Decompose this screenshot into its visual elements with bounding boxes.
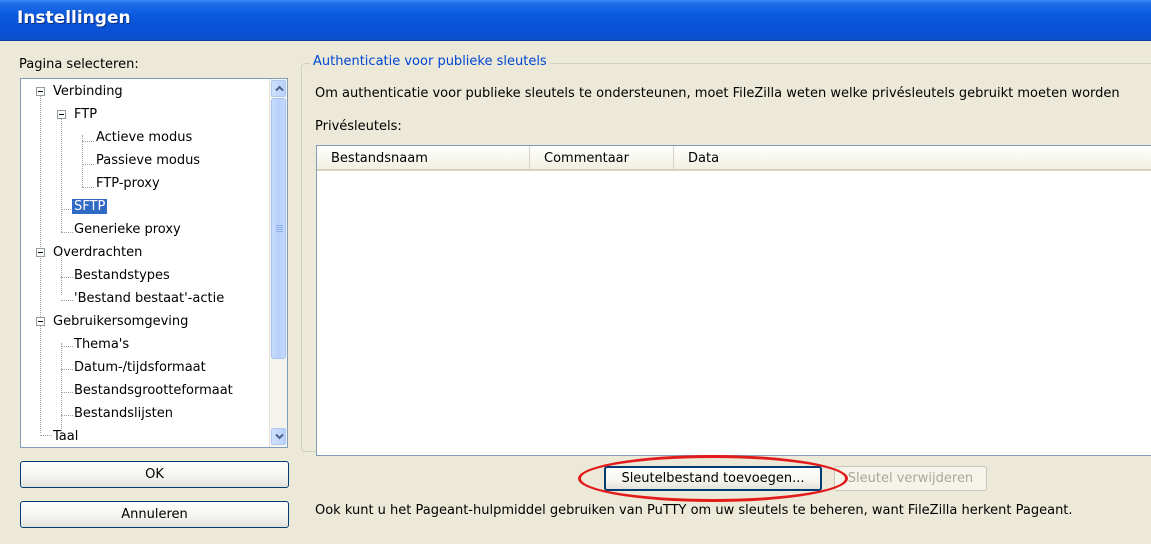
tree-item-ftp[interactable]: FTP [72, 104, 99, 126]
tree-scrollbar[interactable] [269, 79, 287, 447]
title-bar[interactable]: Instellingen [0, 0, 1151, 41]
column-header-filename[interactable]: Bestandsnaam [317, 146, 530, 169]
tree-item-overdrachten[interactable]: Overdrachten [51, 242, 144, 264]
tree-item-verbinding[interactable]: Verbinding [51, 81, 125, 103]
add-key-file-button[interactable]: Sleutelbestand toevoegen... [604, 466, 822, 491]
collapse-icon[interactable] [36, 317, 45, 326]
pageant-info-text: Ook kunt u het Pageant-hulpmiddel gebrui… [315, 503, 1073, 518]
cancel-button[interactable]: Annuleren [20, 501, 289, 528]
page-select-label: Pagina selecteren: [19, 57, 139, 72]
tree-item-gebruikersomgeving[interactable]: Gebruikersomgeving [51, 311, 190, 333]
scroll-down-button[interactable] [271, 428, 286, 445]
tree-item-sftp[interactable]: SFTP [72, 196, 108, 218]
group-title: Authenticatie voor publieke sleutels [310, 54, 550, 69]
chevron-up-icon [275, 85, 284, 92]
collapse-icon[interactable] [36, 87, 45, 96]
list-header: Bestandsnaam Commentaar Data [317, 146, 1151, 171]
private-keys-list[interactable]: Bestandsnaam Commentaar Data [316, 145, 1151, 456]
tree-item-bestandsgrootteformaat[interactable]: Bestandsgrootteformaat [72, 380, 235, 402]
tree-item-taal[interactable]: Taal [51, 426, 80, 447]
tree-item-generieke-proxy[interactable]: Generieke proxy [72, 219, 183, 241]
window-title: Instellingen [17, 8, 131, 28]
chevron-down-icon [275, 433, 284, 440]
private-keys-label: Privésleutels: [315, 119, 402, 134]
scroll-thumb[interactable] [271, 98, 286, 359]
column-header-data[interactable]: Data [674, 146, 1151, 169]
remove-key-button[interactable]: Sleutel verwijderen [834, 466, 987, 491]
tree-item-bestandslijsten[interactable]: Bestandslijsten [72, 403, 175, 425]
tree-item-actieve-modus[interactable]: Actieve modus [94, 127, 194, 149]
collapse-icon[interactable] [57, 110, 66, 119]
settings-tree[interactable]: Verbinding FTP Actieve modus Passieve mo… [20, 78, 288, 448]
scroll-up-button[interactable] [271, 80, 286, 97]
tree-item-bestand-bestaat-actie[interactable]: 'Bestand bestaat'-actie [72, 288, 226, 310]
tree-item-themas[interactable]: Thema's [72, 334, 131, 356]
collapse-icon[interactable] [36, 248, 45, 257]
column-header-comment[interactable]: Commentaar [530, 146, 674, 169]
tree-item-ftp-proxy[interactable]: FTP-proxy [94, 173, 162, 195]
ok-button[interactable]: OK [20, 461, 289, 488]
description-text: Om authenticatie voor publieke sleutels … [315, 86, 1120, 101]
tree-item-passieve-modus[interactable]: Passieve modus [94, 150, 202, 172]
tree-item-bestandstypes[interactable]: Bestandstypes [72, 265, 172, 287]
tree-item-datum-tijdsformaat[interactable]: Datum-/tijdsformaat [72, 357, 208, 379]
